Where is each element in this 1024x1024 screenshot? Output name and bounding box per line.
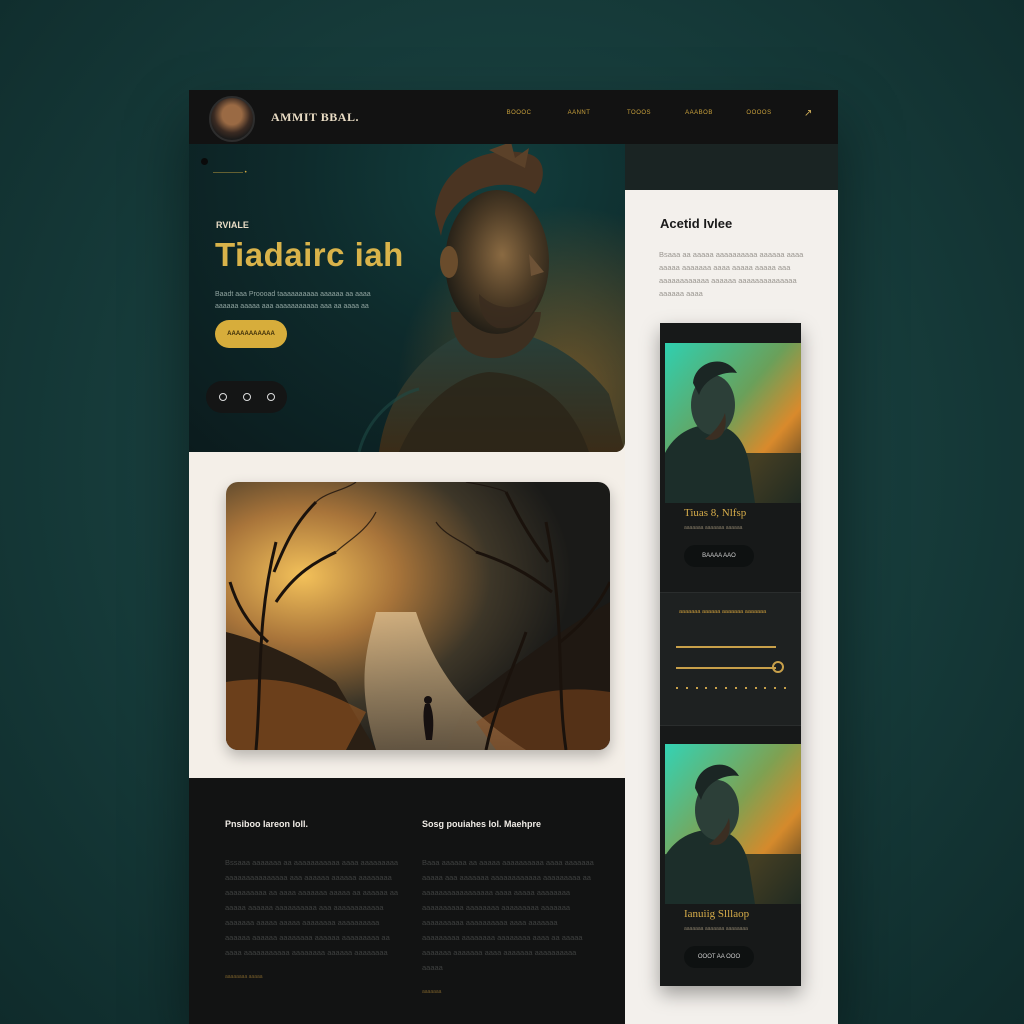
carousel-pager: [206, 381, 287, 413]
footer-column-2-title: Sosg pouiahes Iol. Maehpre: [422, 819, 542, 829]
feature-card-1-caption: aaaaaaa aaaaaaa aaaaaa: [684, 525, 743, 531]
arrow-icon[interactable]: ↗: [804, 108, 812, 119]
footer-column-1: Pnsiboo Iareon Ioll. Bssaaa aaaaaaa aa a…: [225, 819, 400, 980]
indicator-dot: [201, 158, 208, 165]
footer-column-2: Sosg pouiahes Iol. Maehpre Baaa aaaaaa a…: [422, 819, 597, 995]
hero-section: ————— • RVIALE Tiadairc iah Baadt aaa Pr…: [189, 144, 625, 452]
sidebar-feature-column: Tiuas 8, Nlfsp aaaaaaa aaaaaaa aaaaaa BA…: [660, 323, 801, 986]
brand-name[interactable]: AMMIT BBAL.: [271, 110, 359, 125]
top-nav: AMMIT BBAL. BOOOC AANNT TOOOS AAABOB OOO…: [189, 90, 838, 144]
hero-cta-button[interactable]: AAAAAAAAAAA: [215, 320, 287, 348]
footer-column-1-link[interactable]: aaaaaaaa aaaaa: [225, 974, 400, 980]
nav-link-3[interactable]: TOOOS: [609, 110, 669, 116]
feature-card-2-image: [665, 744, 801, 904]
feature-card-2-button[interactable]: OOOT AA OOO: [684, 946, 754, 968]
feature-card-1-image: [665, 343, 801, 503]
player-label: aaaaaaa aaaaaa aaaaaaa aaaaaaa: [679, 609, 767, 615]
feature-card-2-title: Ianuiig Slllaop: [684, 908, 750, 920]
footer-column-1-text: Bssaaa aaaaaaa aa aaaaaaaaaaa aaaa aaaaa…: [225, 858, 399, 957]
nav-links: BOOOC AANNT TOOOS AAABOB OOOOS: [489, 110, 789, 116]
feature-card-1[interactable]: Tiuas 8, Nlfsp aaaaaaa aaaaaaa aaaaaa BA…: [660, 323, 801, 593]
slider-knob[interactable]: [772, 661, 784, 673]
nav-link-5[interactable]: OOOOS: [729, 110, 789, 116]
nav-link-1[interactable]: BOOOC: [489, 110, 549, 116]
sidebar-panel: Acetid Ivlee Bsaaa aa aaaaa aaaaaaaaaa a…: [625, 190, 838, 1024]
footer-section: Pnsiboo Iareon Ioll. Bssaaa aaaaaaa aa a…: [189, 778, 625, 1024]
progress-track[interactable]: [676, 646, 776, 648]
pager-dot-3[interactable]: [266, 393, 275, 401]
footer-column-2-link[interactable]: aaaaaaa: [422, 989, 597, 995]
forest-path-image: [226, 482, 610, 750]
sidebar-title: Acetid Ivlee: [660, 216, 733, 231]
hero-description: Baadt aaa Proooad taaaaaaaaaa aaaaaa aa …: [215, 291, 371, 310]
nav-link-2[interactable]: AANNT: [549, 110, 609, 116]
nav-link-4[interactable]: AAABOB: [669, 110, 729, 116]
footer-column-2-text: Baaa aaaaaa aa aaaaa aaaaaaaaaa aaaa aaa…: [422, 858, 594, 972]
feature-card-1-title: Tiuas 8, Nlfsp: [684, 507, 747, 519]
volume-track[interactable]: [676, 667, 776, 669]
tick-marks: [676, 687, 786, 689]
header-strip: [625, 144, 838, 190]
avatar[interactable]: [209, 96, 255, 142]
hero-title: Tiadairc iah: [215, 236, 404, 273]
sidebar-description: Bsaaa aa aaaaa aaaaaaaaaa aaaaaa aaaa aa…: [659, 250, 804, 298]
hero-eyebrow: ————— •: [213, 170, 247, 176]
pager-dot-2[interactable]: [242, 393, 251, 401]
pager-dot-1[interactable]: [218, 393, 227, 401]
feature-card-1-button[interactable]: BAAAA AAO: [684, 545, 754, 567]
hero-kicker: RVIALE: [216, 220, 249, 230]
feature-card-2-caption: aaaaaaa aaaaaaa aaaaaaaa: [684, 926, 748, 932]
audio-player: aaaaaaa aaaaaa aaaaaaa aaaaaaa: [660, 592, 801, 726]
web-page-mockup: AMMIT BBAL. BOOOC AANNT TOOOS AAABOB OOO…: [189, 90, 838, 1024]
footer-column-1-title: Pnsiboo Iareon Ioll.: [225, 819, 309, 829]
feature-card-2[interactable]: Ianuiig Slllaop aaaaaaa aaaaaaa aaaaaaaa…: [660, 724, 801, 994]
